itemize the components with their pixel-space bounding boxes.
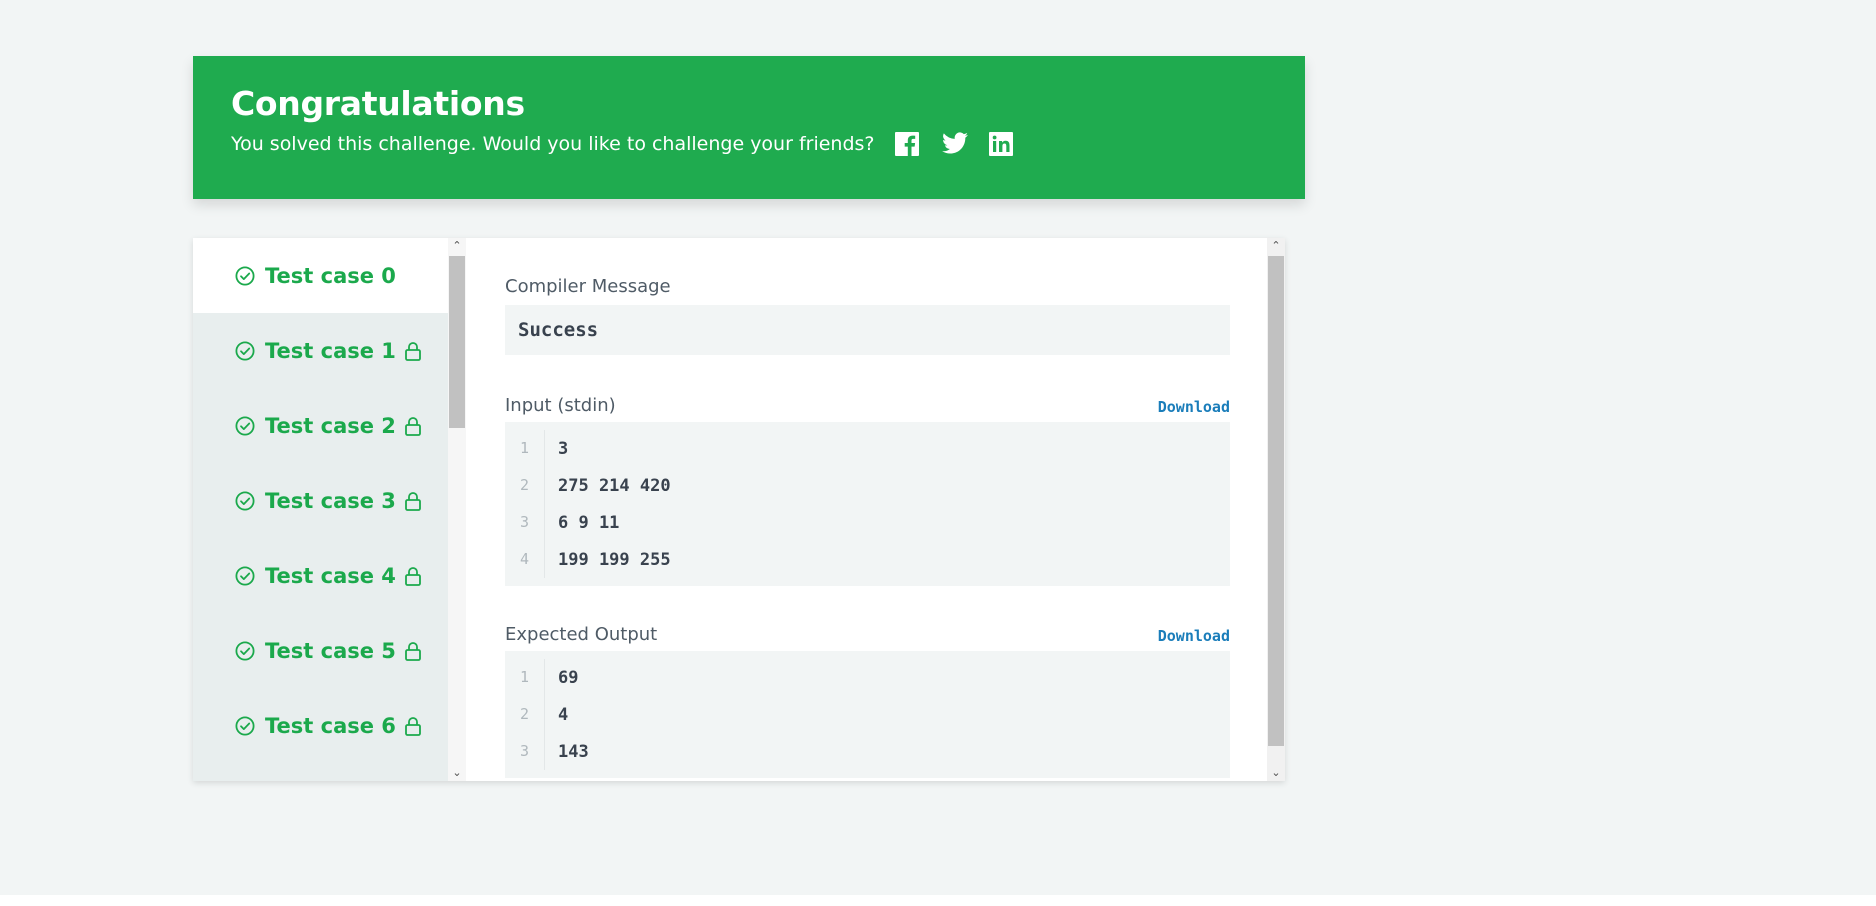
input-label: Input (stdin) bbox=[505, 395, 616, 416]
twitter-icon[interactable] bbox=[941, 131, 968, 156]
lock-icon bbox=[405, 566, 421, 586]
code-line: 4 199 199 255 bbox=[505, 541, 1230, 578]
test-case-tab-6[interactable]: Test case 6 bbox=[193, 688, 448, 763]
input-code-box: 13 2 275 214 420 36 9 11 4 199 199 255 bbox=[505, 422, 1230, 586]
expected-output-code-box: 1 69 24 3 143 bbox=[505, 651, 1230, 778]
expected-output-section: Expected Output Download 1 69 24 3 143 bbox=[505, 624, 1230, 778]
lock-icon bbox=[405, 341, 421, 361]
code-line: 1 69 bbox=[505, 659, 1230, 696]
code-line: 13 bbox=[505, 430, 1230, 467]
lock-icon bbox=[405, 491, 421, 511]
code-line: 2 275 214 420 bbox=[505, 467, 1230, 504]
lock-icon bbox=[405, 641, 421, 661]
scroll-down-arrow-icon[interactable]: ⌄ bbox=[1267, 765, 1285, 781]
line-number: 3 bbox=[505, 504, 545, 541]
lock-icon bbox=[405, 716, 421, 736]
check-circle-icon bbox=[235, 340, 255, 361]
test-case-label: Test case 6 bbox=[265, 713, 396, 738]
check-circle-icon bbox=[235, 640, 255, 661]
check-circle-icon bbox=[235, 415, 255, 436]
test-case-tab-5[interactable]: Test case 5 bbox=[193, 613, 448, 688]
line-number: 4 bbox=[505, 541, 545, 578]
test-case-details: Compiler Message Success Input (stdin) D… bbox=[505, 238, 1230, 778]
input-download-link[interactable]: Download bbox=[1158, 398, 1230, 416]
input-section: Input (stdin) Download 13 2 275 214 420 3… bbox=[505, 395, 1230, 586]
test-case-label: Test case 3 bbox=[265, 488, 396, 513]
scroll-down-arrow-icon[interactable]: ⌄ bbox=[448, 765, 466, 781]
line-text: 143 bbox=[558, 741, 589, 762]
share-buttons bbox=[894, 131, 1013, 156]
test-case-label: Test case 2 bbox=[265, 413, 396, 438]
facebook-icon[interactable] bbox=[894, 131, 919, 156]
check-circle-icon bbox=[235, 265, 255, 286]
line-text: 6 9 11 bbox=[558, 512, 620, 533]
compiler-message-section: Compiler Message Success bbox=[505, 276, 1230, 355]
check-circle-icon bbox=[235, 565, 255, 586]
scrollbar-thumb[interactable] bbox=[1268, 256, 1284, 746]
test-case-tab-3[interactable]: Test case 3 bbox=[193, 463, 448, 538]
banner-subtitle: You solved this challenge. Would you lik… bbox=[231, 132, 875, 155]
line-text: 4 bbox=[558, 704, 569, 725]
line-number: 1 bbox=[505, 659, 545, 696]
check-circle-icon bbox=[235, 490, 255, 511]
banner-title: Congratulations bbox=[231, 84, 525, 123]
scroll-up-arrow-icon[interactable]: ⌃ bbox=[1267, 238, 1285, 254]
test-results-panel: Test case 0 Test case 1 Test case 2 Test… bbox=[193, 238, 1285, 781]
compiler-message-label: Compiler Message bbox=[505, 276, 671, 297]
test-case-label: Test case 4 bbox=[265, 563, 396, 588]
code-line: 24 bbox=[505, 696, 1230, 733]
test-case-label: Test case 1 bbox=[265, 338, 396, 363]
test-case-tab-1[interactable]: Test case 1 bbox=[193, 313, 448, 388]
banner-subtitle-row: You solved this challenge. Would you lik… bbox=[231, 131, 1305, 157]
congratulations-banner: Congratulations You solved this challeng… bbox=[193, 56, 1305, 199]
check-circle-icon bbox=[235, 715, 255, 736]
line-text: 69 bbox=[558, 667, 579, 688]
test-case-tab-4[interactable]: Test case 4 bbox=[193, 538, 448, 613]
code-line: 3 143 bbox=[505, 733, 1230, 770]
test-case-tab-0[interactable]: Test case 0 bbox=[193, 238, 448, 313]
test-case-label: Test case 0 bbox=[265, 263, 396, 288]
line-text: 275 214 420 bbox=[558, 475, 671, 496]
linkedin-icon[interactable] bbox=[988, 131, 1013, 156]
details-scrollbar[interactable]: ⌃ ⌄ bbox=[1267, 238, 1285, 781]
test-case-list: Test case 0 Test case 1 Test case 2 Test… bbox=[193, 238, 448, 781]
line-number: 2 bbox=[505, 467, 545, 504]
line-number: 1 bbox=[505, 430, 545, 467]
scrollbar-thumb[interactable] bbox=[449, 256, 465, 428]
compiler-message-box: Success bbox=[505, 305, 1230, 355]
test-case-label: Test case 5 bbox=[265, 638, 396, 663]
test-list-scrollbar[interactable]: ⌃ ⌄ bbox=[448, 238, 466, 781]
line-text: 199 199 255 bbox=[558, 549, 671, 570]
expected-output-download-link[interactable]: Download bbox=[1158, 627, 1230, 645]
compiler-message-text: Success bbox=[518, 319, 599, 341]
code-line: 3 6 9 11 bbox=[505, 504, 1230, 541]
line-number: 3 bbox=[505, 733, 545, 770]
expected-output-label: Expected Output bbox=[505, 624, 658, 645]
scroll-up-arrow-icon[interactable]: ⌃ bbox=[448, 238, 466, 254]
lock-icon bbox=[405, 416, 421, 436]
input-header: Input (stdin) Download bbox=[505, 395, 1230, 416]
expected-output-header: Expected Output Download bbox=[505, 624, 1230, 645]
test-case-tab-2[interactable]: Test case 2 bbox=[193, 388, 448, 463]
line-text: 3 bbox=[558, 438, 569, 459]
line-number: 2 bbox=[505, 696, 545, 733]
